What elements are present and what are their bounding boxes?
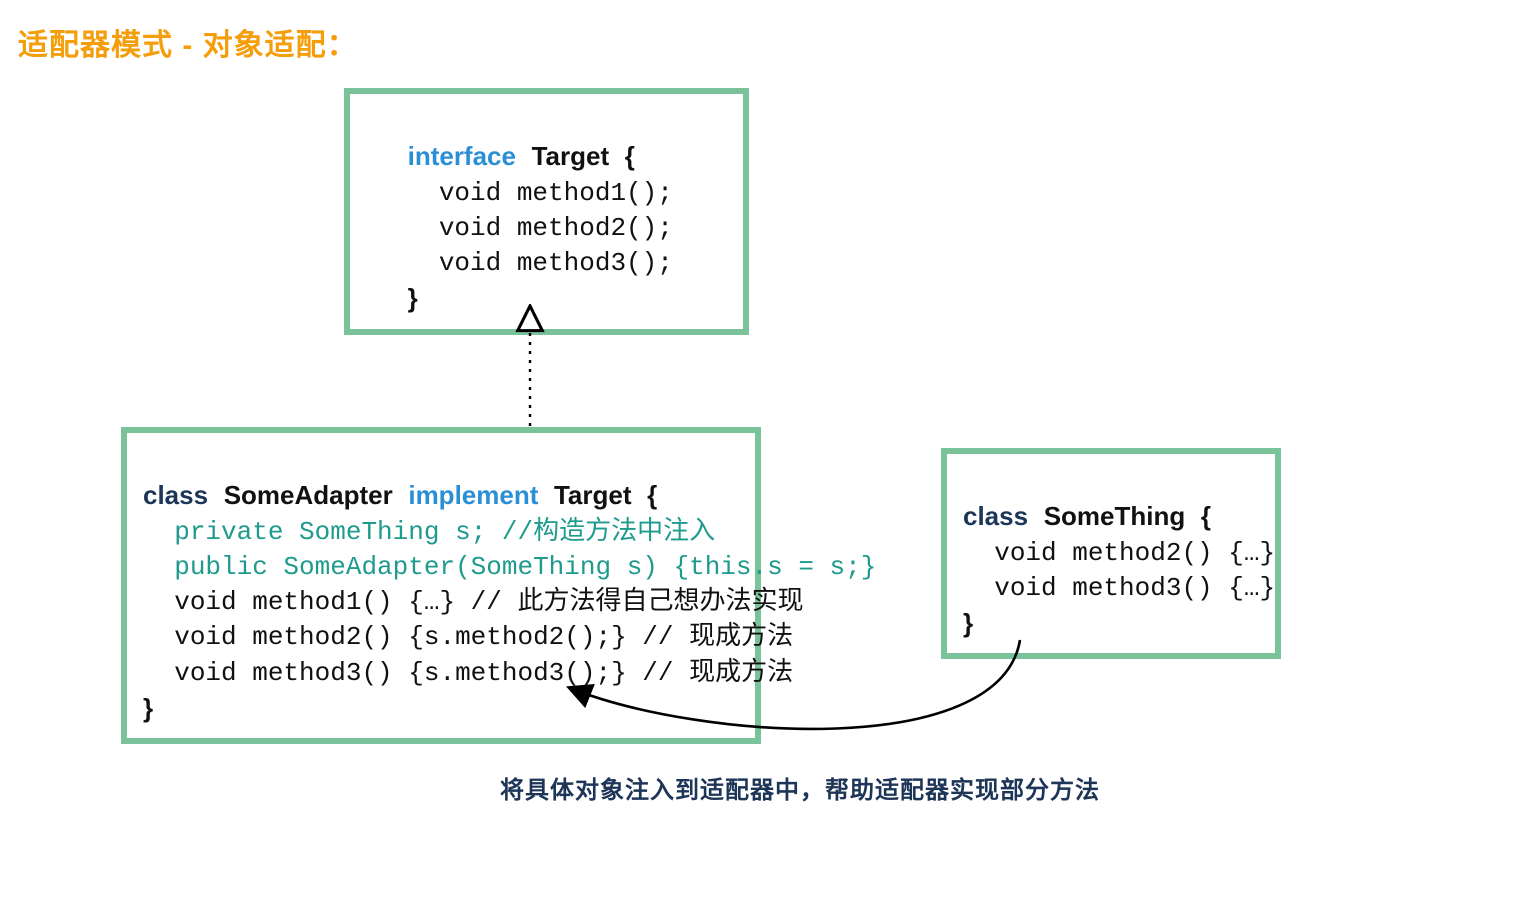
kw-interface: interface	[408, 141, 516, 171]
brace-open: {	[647, 480, 657, 510]
brace-open: {	[625, 141, 635, 171]
diagram-title: 适配器模式 - 对象适配：	[18, 20, 358, 64]
adapter-line-1: private SomeThing s; //构造方法中注入	[174, 517, 715, 547]
target-name: Target	[532, 141, 610, 171]
box-something: class SomeThing { void method2() {…} voi…	[941, 448, 1281, 659]
kw-class: class	[963, 501, 1028, 531]
adapter-line-4: void method2() {s.method2();} // 现成方法	[174, 622, 793, 652]
target-line-3: void method3();	[439, 248, 673, 278]
box-adapter: class SomeAdapter implement Target { pri…	[121, 427, 761, 744]
adapter-line-2: public SomeAdapter(SomeThing s) {this.s …	[174, 552, 876, 582]
target-line-2: void method2();	[439, 213, 673, 243]
adapter-impl-name: Target	[554, 480, 632, 510]
box-target-code: interface Target { void method1(); void …	[366, 104, 727, 319]
adapter-line-3: void method1() {…} // 此方法得自己想办法实现	[174, 587, 803, 617]
adapter-name: SomeAdapter	[224, 480, 393, 510]
kw-class: class	[143, 480, 208, 510]
brace-open: {	[1201, 501, 1211, 531]
box-something-code: class SomeThing { void method2() {…} voi…	[963, 464, 1259, 643]
brace-close: }	[408, 283, 418, 313]
box-target: interface Target { void method1(); void …	[344, 88, 749, 335]
target-line-1: void method1();	[439, 178, 673, 208]
something-line-2: void method3() {…}	[994, 573, 1275, 603]
brace-close: }	[963, 608, 973, 638]
kw-implement: implement	[408, 480, 538, 510]
something-name: SomeThing	[1044, 501, 1186, 531]
something-line-1: void method2() {…}	[994, 538, 1275, 568]
diagram-caption: 将具体对象注入到适配器中，帮助适配器实现部分方法	[500, 770, 1100, 805]
box-adapter-code: class SomeAdapter implement Target { pri…	[143, 443, 739, 728]
brace-close: }	[143, 693, 153, 723]
adapter-line-5: void method3() {s.method3();} // 现成方法	[174, 658, 793, 688]
